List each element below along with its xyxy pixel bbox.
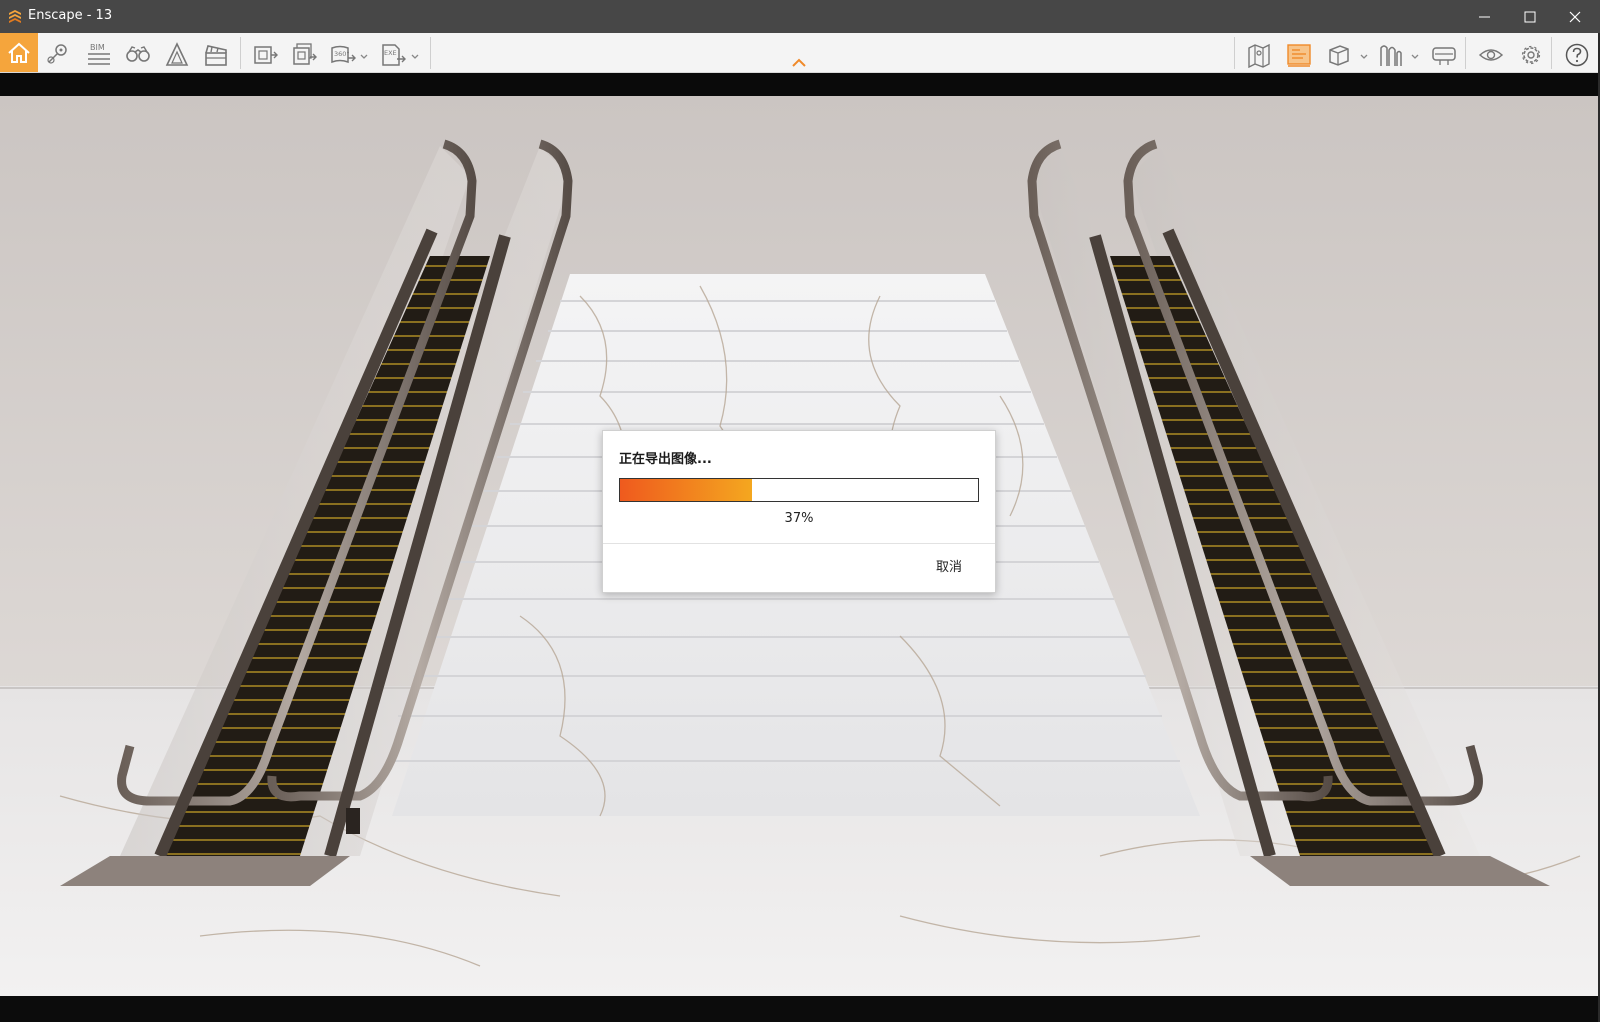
viewport-bottom-bar (0, 996, 1600, 1022)
export-progress-dialog: 正在导出图像... 37% 取消 (602, 430, 996, 593)
panorama-button[interactable]: 360° (324, 35, 360, 71)
chevron-down-icon[interactable] (410, 53, 420, 61)
enscape-logo-icon (9, 10, 21, 23)
cancel-button[interactable]: 取消 (919, 555, 979, 581)
render-image-icon (254, 46, 278, 64)
minimize-icon (1479, 16, 1490, 18)
progress-bar-fill (620, 479, 753, 501)
toolbar-separator (430, 37, 431, 69)
collapse-toolbar-chevron-up-icon[interactable] (790, 57, 808, 69)
vr-headset-button[interactable] (1424, 35, 1460, 71)
pano-label: 360° (334, 50, 350, 58)
panorama-360-icon: 360° (331, 45, 356, 64)
clapperboard-icon (205, 45, 227, 66)
title-bar: Enscape - 13 (0, 0, 1600, 33)
render-image-button[interactable] (246, 35, 282, 71)
maximize-icon (1524, 11, 1536, 23)
bim-label: BIM (90, 43, 105, 52)
map-button[interactable] (1240, 35, 1276, 71)
batch-render-button[interactable] (285, 35, 321, 71)
exe-label: EXE (384, 49, 397, 57)
chevron-down-icon[interactable] (359, 53, 369, 61)
help-button[interactable] (1558, 35, 1594, 71)
dialog-divider (603, 543, 995, 544)
toolbar-separator (240, 37, 241, 69)
video-editor-button[interactable] (197, 35, 233, 71)
progress-percent: 37% (784, 511, 814, 526)
eye-icon (1478, 49, 1504, 61)
views-button[interactable] (119, 35, 155, 71)
minimize-button[interactable] (1462, 0, 1508, 33)
toolbar-separator (1234, 37, 1235, 69)
settings-gear-icon (1521, 45, 1541, 65)
asset-library-button[interactable] (1372, 35, 1408, 71)
location-button[interactable] (40, 35, 76, 71)
visual-settings-button[interactable] (1280, 35, 1316, 71)
home-icon (8, 42, 30, 63)
box-view-button[interactable] (1320, 35, 1356, 71)
asset-library-icon (1380, 45, 1402, 66)
bim-button[interactable]: BIM (80, 35, 116, 71)
export-exe-icon: EXE (382, 44, 406, 66)
binoculars-icon (126, 46, 150, 62)
vr-headset-icon (1432, 47, 1456, 65)
bim-icon: BIM (88, 43, 110, 65)
perspective-button[interactable] (158, 35, 194, 71)
home-button[interactable] (0, 33, 38, 72)
close-icon (1569, 11, 1581, 23)
maximize-button[interactable] (1507, 0, 1553, 33)
close-button[interactable] (1552, 0, 1598, 33)
window-title: Enscape - 13 (28, 8, 113, 23)
eye-button[interactable] (1472, 35, 1508, 71)
batch-render-icon (293, 43, 317, 65)
perspective-icon (165, 42, 189, 66)
chevron-down-icon[interactable] (1410, 53, 1420, 61)
toolbar-separator (1551, 37, 1552, 69)
visual-settings-icon (1287, 44, 1311, 67)
location-pin-icon (47, 44, 67, 64)
chevron-down-icon[interactable] (1359, 53, 1369, 61)
box-view-icon (1329, 45, 1349, 66)
dialog-title: 正在导出图像... (619, 452, 712, 467)
map-icon (1248, 43, 1270, 68)
toolbar-separator (1465, 37, 1466, 69)
progress-bar (619, 478, 979, 502)
export-exe-button[interactable]: EXE (374, 35, 410, 71)
settings-button[interactable] (1512, 35, 1548, 71)
help-icon (1565, 43, 1589, 67)
